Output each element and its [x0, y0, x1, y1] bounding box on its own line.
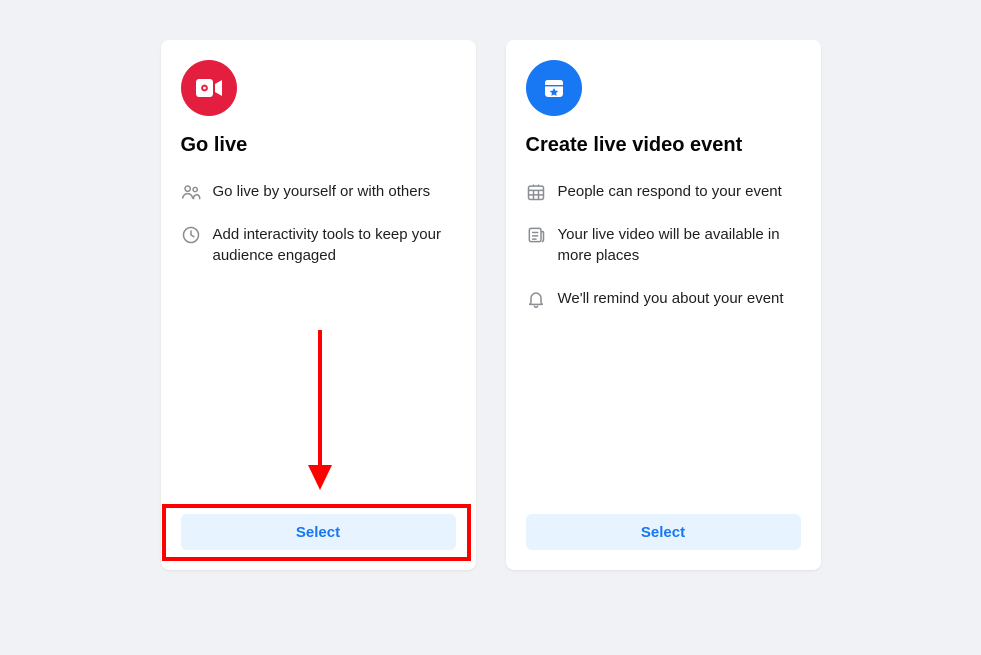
go-live-select-button[interactable]: Select	[181, 514, 456, 550]
video-camera-icon	[181, 60, 237, 116]
card-go-live: Go live Go live by yourself or with othe…	[161, 40, 476, 570]
feature-text: Your live video will be available in mor…	[558, 224, 801, 266]
feature-item: Add interactivity tools to keep your aud…	[181, 224, 456, 266]
bell-icon	[526, 289, 546, 309]
create-event-select-button[interactable]: Select	[526, 514, 801, 550]
card-title: Create live video event	[526, 134, 801, 157]
calendar-icon	[526, 182, 546, 202]
card-create-event: Create live video event People can respo…	[506, 40, 821, 570]
feature-text: Add interactivity tools to keep your aud…	[213, 224, 456, 266]
feature-list: People can respond to your event Your li…	[526, 181, 801, 309]
clock-icon	[181, 225, 201, 245]
calendar-star-icon	[526, 60, 582, 116]
feature-item: Go live by yourself or with others	[181, 181, 456, 202]
feature-item: Your live video will be available in mor…	[526, 224, 801, 266]
feature-text: Go live by yourself or with others	[213, 181, 431, 202]
feature-text: We'll remind you about your event	[558, 288, 784, 309]
people-icon	[181, 182, 201, 202]
card-title: Go live	[181, 134, 456, 157]
feature-text: People can respond to your event	[558, 181, 782, 202]
feature-item: We'll remind you about your event	[526, 288, 801, 309]
feature-item: People can respond to your event	[526, 181, 801, 202]
feature-list: Go live by yourself or with others Add i…	[181, 181, 456, 266]
news-icon	[526, 225, 546, 245]
